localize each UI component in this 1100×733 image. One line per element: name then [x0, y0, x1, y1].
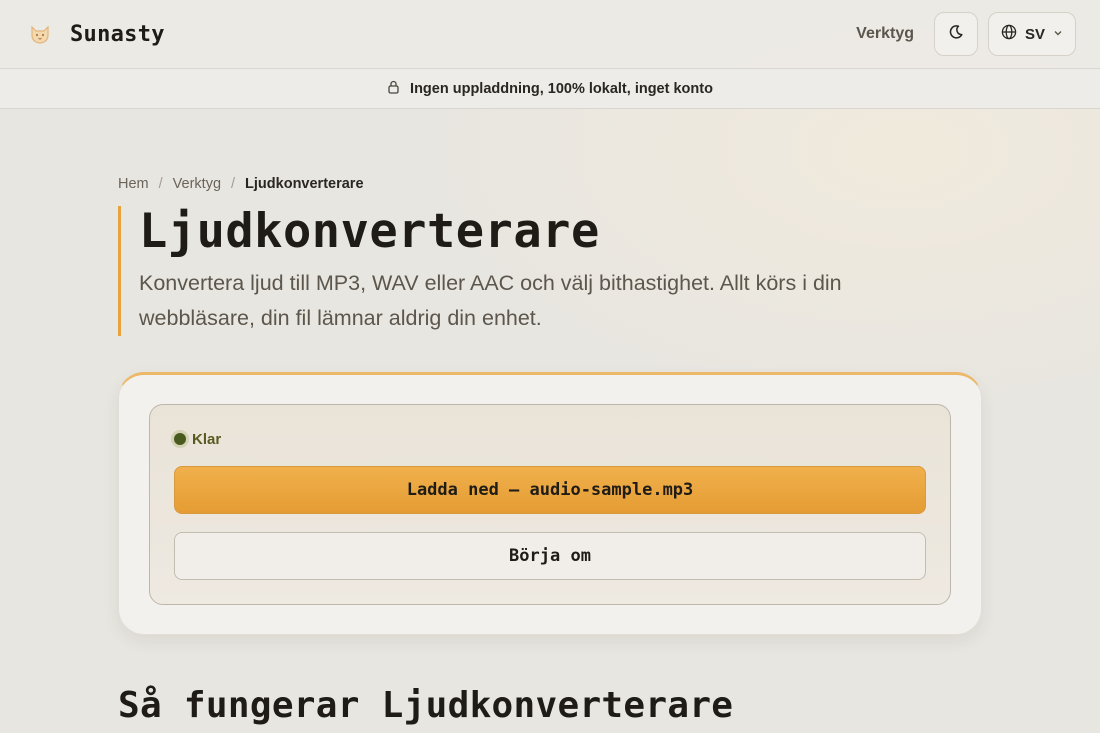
- brand-name: Sunasty: [70, 21, 165, 47]
- restart-button[interactable]: Börja om: [174, 531, 926, 580]
- status-text: Klar: [192, 430, 222, 448]
- page-title: Ljudkonverterare: [139, 204, 600, 259]
- fox-icon: [24, 18, 56, 50]
- breadcrumb-current: Ljudkonverterare: [245, 176, 364, 192]
- language-code: SV: [1024, 25, 1045, 43]
- nav-actions: Verktyg SV: [846, 12, 1076, 56]
- download-button[interactable]: Ladda ned — audio-sample.mp3: [174, 465, 926, 514]
- status-dot-icon: [174, 433, 186, 446]
- breadcrumb-separator: /: [231, 176, 236, 192]
- lock-icon: [387, 80, 400, 98]
- chevron-down-icon: [1053, 25, 1063, 43]
- brand[interactable]: Sunasty: [24, 18, 165, 50]
- page-description: Konvertera ljud till MP3, WAV eller AAC …: [139, 270, 842, 330]
- result-panel: Klar Ladda ned — audio-sample.mp3 Börja …: [149, 403, 951, 605]
- moon-icon: [948, 24, 964, 45]
- theme-toggle-button[interactable]: [933, 12, 978, 56]
- language-select[interactable]: SV: [987, 12, 1076, 56]
- breadcrumb-separator: /: [158, 176, 163, 192]
- how-it-works-title: Så fungerar Ljudkonverterare: [118, 684, 734, 726]
- globe-icon: [1001, 24, 1017, 45]
- status-badge: Klar: [174, 431, 926, 448]
- nav-link-tools[interactable]: Verktyg: [846, 25, 924, 43]
- hero: Ljudkonverterare Konvertera ljud till MP…: [118, 206, 982, 336]
- breadcrumb-home[interactable]: Hem: [118, 176, 149, 192]
- main-content: Hem / Verktyg / Ljudkonverterare Ljudkon…: [118, 176, 982, 726]
- breadcrumb: Hem / Verktyg / Ljudkonverterare: [118, 176, 982, 192]
- privacy-notice-text: Ingen uppladdning, 100% lokalt, inget ko…: [410, 80, 713, 97]
- converter-card: Klar Ladda ned — audio-sample.mp3 Börja …: [118, 371, 982, 635]
- top-navigation: Sunasty Verktyg SV: [0, 0, 1100, 69]
- breadcrumb-tools[interactable]: Verktyg: [173, 176, 221, 192]
- privacy-notice: Ingen uppladdning, 100% lokalt, inget ko…: [0, 69, 1100, 109]
